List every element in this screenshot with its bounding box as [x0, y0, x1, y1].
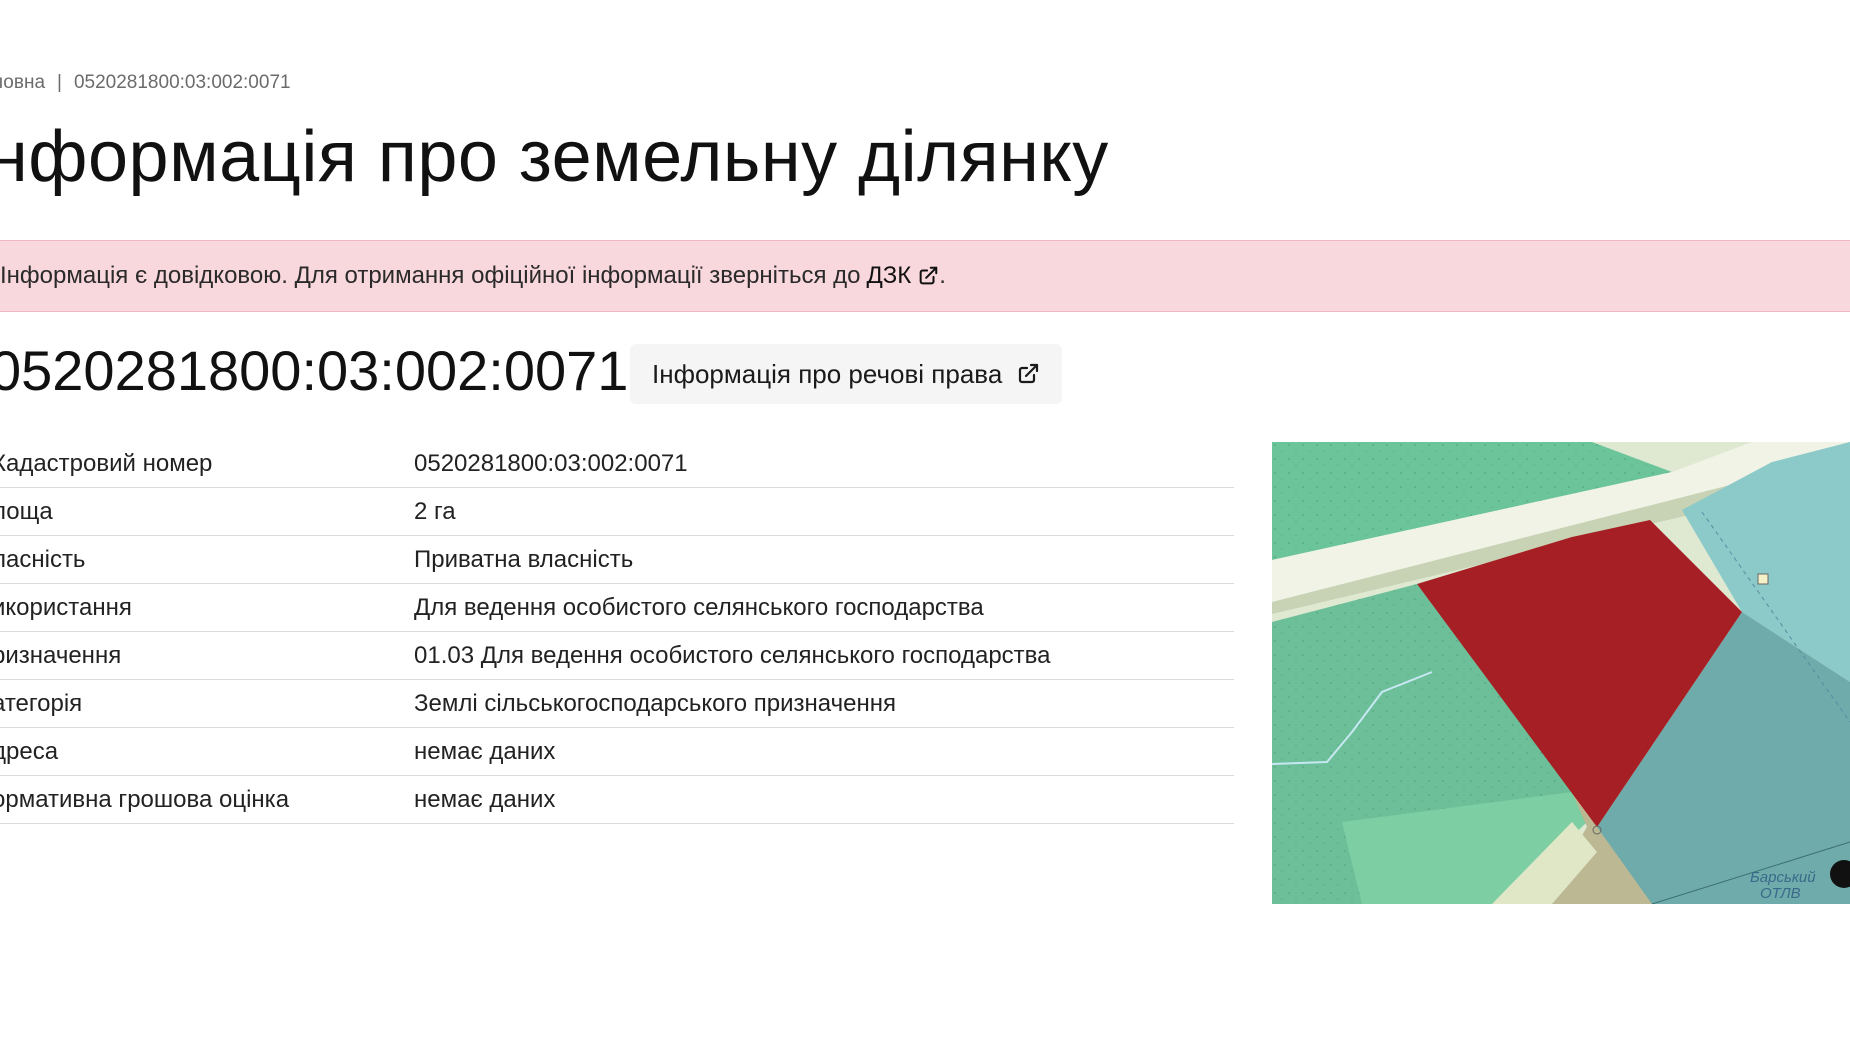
row-label: ризначення [0, 641, 122, 669]
table-row: дреса немає даних [0, 727, 1234, 776]
row-value: Для ведення особистого селянського госпо… [414, 583, 1234, 632]
parcel-map[interactable]: Барський ОТЛВ [1272, 442, 1850, 904]
row-value: 2 га [414, 487, 1234, 536]
alert-trailing: . [939, 262, 946, 289]
row-value: 01.03 Для ведення особистого селянського… [414, 631, 1234, 680]
row-value: немає даних [414, 727, 1234, 776]
parcel-info-table: Кадастровий номер 0520281800:03:002:0071… [0, 440, 1234, 824]
row-label: атегорія [0, 689, 83, 717]
row-label: дреса [0, 737, 59, 765]
external-link-icon [919, 266, 938, 285]
breadcrumb-current: 0520281800:03:002:0071 [73, 72, 291, 93]
row-value: немає даних [414, 775, 1234, 824]
dzk-link[interactable]: ДЗК [867, 262, 940, 290]
row-value: Землі сільськогосподарського призначення [414, 679, 1234, 728]
table-row: ризначення 01.03 Для ведення особистого … [0, 631, 1234, 680]
table-row: атегорія Землі сільськогосподарського пр… [0, 679, 1234, 728]
table-row: икористання Для ведення особистого селян… [0, 583, 1234, 632]
row-label: Кадастровий номер [0, 449, 213, 477]
info-alert: Інформація є довідковою. Для отримання о… [0, 240, 1850, 312]
map-marker-icon [1757, 573, 1769, 585]
table-row: лоща 2 га [0, 487, 1234, 536]
table-row: Кадастровий номер 0520281800:03:002:0071 [0, 440, 1234, 488]
row-label: икористання [0, 593, 132, 621]
row-label: ормативна грошова оцінка [0, 785, 290, 813]
page-title: нформація про земельну ділянку [0, 117, 1109, 197]
property-rights-button[interactable]: Інформація про речові права [630, 344, 1063, 404]
table-row: ормативна грошова оцінка немає даних [0, 775, 1234, 824]
map-canvas[interactable]: Барський ОТЛВ [1272, 442, 1850, 904]
page: ловна | 0520281800:03:002:0071 нформація… [0, 0, 1850, 1040]
alert-text: Інформація є довідковою. Для отримання о… [0, 262, 861, 289]
row-value: Приватна власність [414, 535, 1234, 584]
dzk-link-label: ДЗК [866, 262, 912, 289]
property-rights-label: Інформація про речові права [652, 358, 1003, 389]
cadastral-number-heading: 0520281800:03:002:0071 [0, 339, 629, 402]
breadcrumb-separator: | [57, 72, 62, 93]
row-value: 0520281800:03:002:0071 [414, 440, 1234, 488]
breadcrumb-home-link[interactable]: ловна [0, 72, 45, 94]
breadcrumb: ловна | 0520281800:03:002:0071 [0, 72, 291, 94]
row-label: лоща [0, 497, 53, 525]
external-link-icon [1019, 363, 1039, 384]
row-label: ласність [0, 545, 86, 573]
table-row: ласність Приватна власність [0, 535, 1234, 584]
